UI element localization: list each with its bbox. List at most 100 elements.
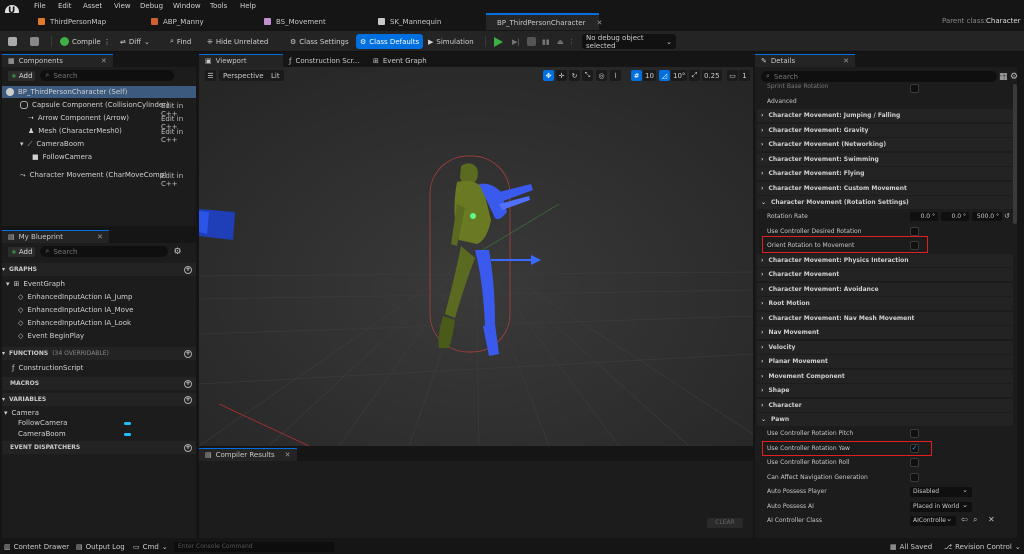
variable-item[interactable]: CameraBoom <box>18 428 66 440</box>
rotation-rate-x[interactable]: 0.0 ° <box>910 212 938 221</box>
category-avoidance[interactable]: › Character Movement: Avoidance <box>757 283 1013 296</box>
tab-abp-manny[interactable]: ABP_Manny <box>145 13 257 30</box>
category-swimming[interactable]: › Character Movement: Swimming <box>757 153 1013 166</box>
use-controller-rotation-roll-checkbox[interactable] <box>910 458 919 467</box>
event-item[interactable]: ◇ EnhancedInputAction IA_Jump <box>18 291 132 303</box>
tab-event-graph[interactable]: ⊞ Event Graph <box>367 54 451 67</box>
console-command-input[interactable]: Enter Console Command <box>174 542 334 552</box>
settings-icon[interactable]: ⚙ <box>1010 72 1018 82</box>
grid-snap-icon[interactable]: # <box>631 70 642 81</box>
close-icon[interactable]: ✕ <box>101 57 107 65</box>
event-graph-item[interactable]: ▾ ⊞ EventGraph <box>6 278 65 290</box>
category-gravity[interactable]: › Character Movement: Gravity <box>757 124 1013 137</box>
menu-window[interactable]: Window <box>173 2 201 10</box>
tab-bp-thirdpersoncharacter[interactable]: BP_ThirdPersonCharacter ✕ <box>486 13 602 30</box>
component-cameraboom[interactable]: ▾ ⟋ CameraBoom <box>20 138 84 150</box>
add-component-button[interactable]: + Add <box>8 70 36 81</box>
component-mesh[interactable]: ♟ Mesh (CharacterMesh0) <box>28 125 122 137</box>
variables-section-header[interactable]: ▾ VARIABLES + <box>2 393 196 406</box>
browse-icon[interactable]: ⇦ <box>961 515 968 524</box>
category-nav-mesh-movement[interactable]: › Character Movement: Nav Mesh Movement <box>757 312 1013 325</box>
tab-construction-script[interactable]: ƒ Construction Scr... <box>283 54 367 67</box>
hide-unrelated-button[interactable]: ⁜ Hide Unrelated <box>203 34 272 49</box>
component-arrow[interactable]: ➝ Arrow Component (Arrow) <box>28 112 129 124</box>
menu-debug[interactable]: Debug <box>140 2 163 10</box>
use-controller-desired-rotation-checkbox[interactable] <box>910 227 919 236</box>
add-member-button[interactable]: + Add <box>8 246 36 257</box>
revision-control-button[interactable]: ⎇ Revision Control ⌄ <box>944 542 1021 552</box>
category-velocity[interactable]: › Velocity <box>757 341 1013 354</box>
clear-button[interactable]: CLEAR <box>707 518 743 528</box>
play-button[interactable] <box>490 34 507 49</box>
category-physics-interaction[interactable]: › Character Movement: Physics Interaction <box>757 254 1013 267</box>
tab-sk-mannequin[interactable]: SK_Mannequin <box>372 13 484 30</box>
compiler-results-tab[interactable]: ▤ Compiler Results ✕ <box>199 448 297 461</box>
rotation-rate-y[interactable]: 0.0 ° <box>941 212 969 221</box>
menu-view[interactable]: View <box>114 2 131 10</box>
components-search-input[interactable]: ⌕ Search <box>40 70 175 81</box>
add-graph-icon[interactable]: + <box>184 265 192 274</box>
advanced-row[interactable]: Advanced <box>757 95 1013 108</box>
event-dispatchers-section-header[interactable]: EVENT DISPATCHERS + <box>2 441 196 454</box>
edit-in-cpp-link[interactable]: Edit in C++ <box>161 128 196 144</box>
category-flying[interactable]: › Character Movement: Flying <box>757 167 1013 180</box>
add-variable-icon[interactable]: + <box>184 395 192 404</box>
scale-snap-icon[interactable]: ⤢ <box>689 70 700 81</box>
diff-button[interactable]: ⇌ Diff ⌄ <box>116 34 154 49</box>
gear-icon[interactable]: ⚙ <box>173 247 181 257</box>
step-button[interactable]: ▶| <box>508 34 524 49</box>
class-defaults-button[interactable]: ⚙ Class Defaults <box>356 34 424 49</box>
close-icon[interactable]: ✕ <box>843 57 849 65</box>
find-button[interactable]: ⌕ Find <box>166 34 195 49</box>
property-matrix-icon[interactable]: ▦ <box>999 72 1008 82</box>
tab-thirdpersonmap[interactable]: ThirdPersonMap <box>32 13 144 30</box>
surface-snap-icon[interactable]: ⌇ <box>610 70 621 81</box>
functions-section-header[interactable]: ▾ FUNCTIONS (34 OVERRIDABLE) + <box>2 347 196 360</box>
component-followcamera[interactable]: ■ FollowCamera <box>32 151 92 163</box>
rotation-rate-z[interactable]: 500.0 ° <box>972 212 1002 221</box>
component-root-self[interactable]: BP_ThirdPersonCharacter (Self) <box>2 86 196 98</box>
output-log-button[interactable]: ▤ Output Log <box>76 542 125 552</box>
ai-controller-class-dropdown[interactable]: AIControlle <box>910 514 956 526</box>
class-settings-button[interactable]: ⚙ Class Settings <box>286 34 353 49</box>
camera-speed-value[interactable]: 1 <box>739 70 750 81</box>
category-pawn[interactable]: ⌄ Pawn <box>757 413 1013 426</box>
category-character[interactable]: › Character <box>757 399 1013 412</box>
use-controller-rotation-pitch-checkbox[interactable] <box>910 429 919 438</box>
scale-icon[interactable]: ⤡ <box>582 70 593 81</box>
graphs-section-header[interactable]: ▾ GRAPHS + <box>2 263 196 276</box>
can-affect-navigation-checkbox[interactable] <box>910 473 919 482</box>
component-charactermovement[interactable]: ⤳ Character Movement (CharMoveComp) <box>20 169 167 181</box>
tab-bs-movement[interactable]: BS_Movement <box>258 13 370 30</box>
pause-button[interactable]: ▮▮ <box>538 34 554 49</box>
rotate-icon[interactable]: ↻ <box>569 70 580 81</box>
property-checkbox[interactable] <box>910 84 919 93</box>
tab-viewport[interactable]: ▣ Viewport <box>199 54 283 67</box>
category-rotation-settings[interactable]: ⌄ Character Movement (Rotation Settings) <box>757 196 1013 209</box>
components-tab[interactable]: ▦ Components ✕ <box>2 54 113 67</box>
blueprint-search-input[interactable]: ⌕ Search <box>40 246 169 257</box>
event-item[interactable]: ◇ EnhancedInputAction IA_Look <box>18 317 131 329</box>
details-tab[interactable]: ✎ Details ✕ <box>755 54 856 67</box>
my-blueprint-tab[interactable]: ▤ My Blueprint ✕ <box>2 230 109 243</box>
lit-button[interactable]: Lit <box>267 70 284 81</box>
category-nav-movement[interactable]: › Nav Movement <box>757 326 1013 339</box>
category-movement-component[interactable]: › Movement Component <box>757 370 1013 383</box>
close-icon[interactable]: ✕ <box>97 233 103 241</box>
perspective-button[interactable]: Perspective <box>219 70 268 81</box>
compile-button[interactable]: Compile ⋮ <box>56 34 115 49</box>
content-drawer-button[interactable]: ▥ Content Drawer <box>4 542 69 552</box>
parent-class-value[interactable]: Character <box>986 17 1021 25</box>
rotation-snap-icon[interactable]: ◿ <box>659 70 670 81</box>
category-custom-movement[interactable]: › Character Movement: Custom Movement <box>757 182 1013 195</box>
edit-in-cpp-link[interactable]: Edit in C++ <box>161 172 196 188</box>
component-capsule[interactable]: Capsule Component (CollisionCylinder) <box>20 99 169 111</box>
simulation-button[interactable]: ▶ Simulation <box>424 34 478 49</box>
event-item[interactable]: ◇ Event BeginPlay <box>18 330 84 342</box>
auto-possess-ai-dropdown[interactable]: Placed in World <box>910 500 972 512</box>
grid-snap-value[interactable]: 10 <box>643 70 656 81</box>
debug-object-select[interactable]: No debug object selected ⌄ <box>582 34 676 50</box>
menu-file[interactable]: File <box>34 2 46 10</box>
close-icon[interactable]: ✕ <box>285 451 291 459</box>
clear-icon[interactable]: ✕ <box>988 515 995 524</box>
